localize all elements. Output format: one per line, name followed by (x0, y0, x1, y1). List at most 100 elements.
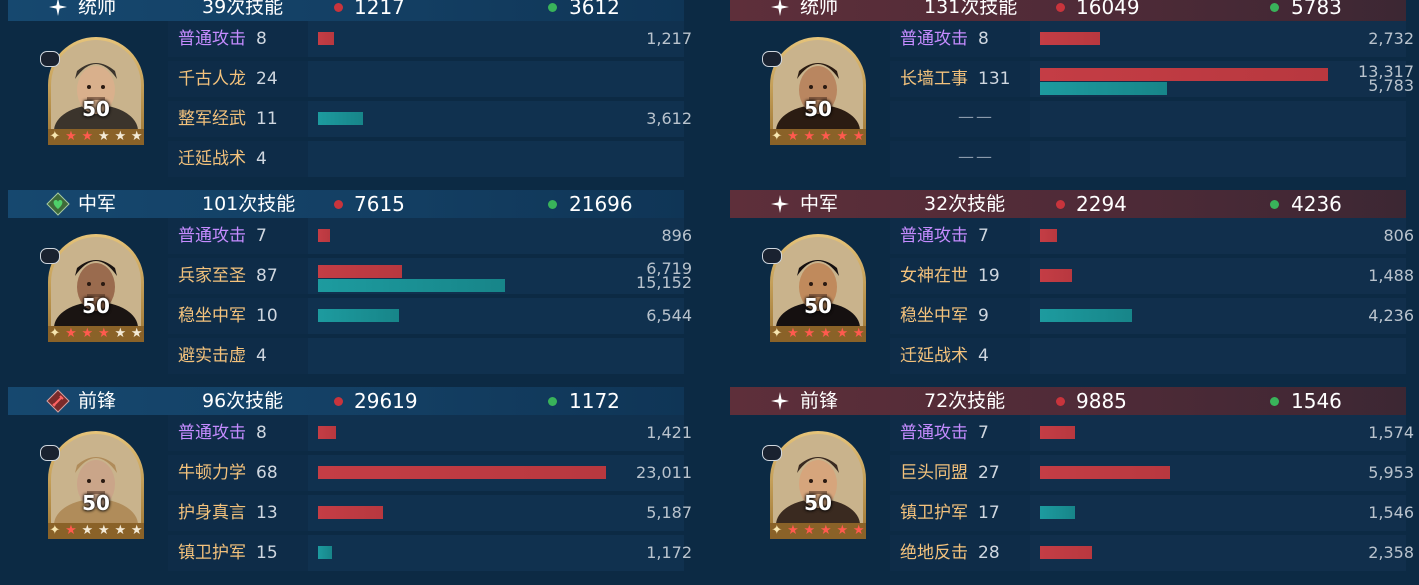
star-icon: ★ (787, 523, 799, 538)
role-title: 前锋 (78, 390, 117, 412)
star-rating: ✦ ★ ★ ★ ★ ★ (769, 129, 867, 145)
hero-portrait[interactable]: 50 ✦ ★ ★ ★ ★ ★ (40, 429, 149, 539)
star-icon: ★ (852, 326, 865, 341)
skill-row: 普通攻击 8 2,732 (890, 21, 1414, 57)
hero-portrait[interactable]: 50 ✦ ★ ★ ★ ★ ★ (40, 232, 149, 342)
heal-total: 5783 (1291, 0, 1342, 19)
skill-name-cell: —— (890, 101, 1030, 137)
hero-level: 50 (82, 97, 110, 121)
skill-name: 普通攻击 (900, 423, 968, 443)
skill-name-cell: 千古人龙 24 (168, 61, 308, 97)
skill-row: 普通攻击 7 896 (168, 218, 692, 254)
heal-bar (318, 112, 363, 125)
damage-bar (1040, 426, 1075, 439)
skill-row: 护身真言 13 5,187 (168, 495, 692, 531)
empty-skill-dash: —— (958, 107, 994, 126)
skill-name-cell: 稳坐中军 10 (168, 298, 308, 334)
damage-bar (318, 466, 606, 479)
rank-icon: ✦ (771, 326, 783, 341)
hero-portrait[interactable]: 50 ✦ ★ ★ ★ ★ ★ (762, 35, 871, 145)
skill-row: 普通攻击 7 806 (890, 218, 1414, 254)
skill-value: 1,217 (646, 29, 692, 48)
skill-count-total: 101次技能 (202, 193, 296, 215)
damage-bar (1040, 32, 1100, 45)
hero-portrait[interactable]: 50 ✦ ★ ★ ★ ★ ★ (762, 429, 871, 539)
mount-icon (762, 51, 782, 67)
unit-block: 中军 101次技能 7615 21696 50 ✦ ★ ★ ★ ★ ★ 普通攻击 7 896 兵家至圣 87… (8, 190, 692, 386)
skill-row: —— (890, 101, 1406, 137)
skill-use-count: 11 (256, 109, 278, 129)
skill-name: 长墙工事 (900, 69, 968, 89)
skill-row: 迁延战术 4 (890, 338, 1406, 374)
star-icon: ★ (114, 326, 127, 341)
hero-portrait[interactable]: 50 ✦ ★ ★ ★ ★ ★ (40, 35, 149, 145)
damage-bar (318, 32, 334, 45)
star-icon (768, 192, 792, 216)
heal-dot-icon (1270, 397, 1279, 406)
star-rating: ✦ ★ ★ ★ ★ ★ (47, 129, 145, 145)
damage-total: 16049 (1076, 0, 1140, 19)
skill-use-count: 10 (256, 306, 278, 326)
skill-row: 兵家至圣 87 6,719 15,152 (168, 258, 692, 294)
star-icon: ★ (114, 129, 127, 144)
skill-count-total: 96次技能 (202, 390, 284, 412)
skill-row: 避实击虚 4 (168, 338, 684, 374)
heal-total: 4236 (1291, 192, 1342, 216)
heal-total: 1546 (1291, 389, 1342, 413)
skill-row: 整军经武 11 3,612 (168, 101, 692, 137)
unit-header: 前锋 96次技能 29619 1172 (8, 387, 684, 415)
skill-value: 23,011 (636, 463, 692, 482)
empty-skill-dash: —— (958, 147, 994, 166)
skill-name: 巨头同盟 (900, 463, 968, 483)
heart-shield-icon (46, 192, 70, 216)
star-icon: ★ (130, 326, 143, 341)
star-icon: ★ (98, 129, 110, 144)
unit-header: 统帅 39次技能 1217 3612 (8, 0, 684, 21)
skill-name-cell: 普通攻击 8 (890, 21, 1030, 57)
damage-bar (318, 426, 336, 439)
skill-value: 2,732 (1368, 29, 1414, 48)
hero-portrait[interactable]: 50 ✦ ★ ★ ★ ★ ★ (762, 232, 871, 342)
hero-level: 50 (82, 294, 110, 318)
skill-name-cell: 迁延战术 4 (168, 141, 308, 177)
rank-icon: ✦ (771, 129, 783, 144)
skill-use-count: 8 (256, 29, 267, 49)
star-rating: ✦ ★ ★ ★ ★ ★ (47, 326, 145, 342)
role-title: 中军 (78, 193, 117, 215)
skill-name: 普通攻击 (178, 423, 246, 443)
star-icon: ★ (820, 129, 832, 144)
mount-icon (762, 445, 782, 461)
skill-value: 2,358 (1368, 543, 1414, 562)
star-icon: ★ (787, 326, 799, 341)
skill-value: 1,488 (1368, 266, 1414, 285)
skill-name-cell: 迁延战术 4 (890, 338, 1030, 374)
star-icon: ★ (65, 129, 77, 144)
heal-bar (1040, 309, 1132, 322)
role-title: 统帅 (800, 0, 839, 18)
skill-row: 迁延战术 4 (168, 141, 684, 177)
skill-row: 镇卫护军 17 1,546 (890, 495, 1414, 531)
skill-value: 1,172 (646, 543, 692, 562)
skill-name-cell: 普通攻击 8 (168, 21, 308, 57)
damage-total: 9885 (1076, 389, 1127, 413)
skill-name-cell: 兵家至圣 87 (168, 258, 308, 294)
heal-bar (318, 546, 332, 559)
damage-total: 1217 (354, 0, 405, 19)
skill-name-cell: 巨头同盟 27 (890, 455, 1030, 491)
skill-use-count: 24 (256, 69, 278, 89)
star-icon: ★ (836, 523, 849, 538)
skill-value: 4,236 (1368, 306, 1414, 325)
skill-name: 镇卫护军 (900, 503, 968, 523)
skill-use-count: 68 (256, 463, 278, 483)
unit-block: 前锋 72次技能 9885 1546 50 ✦ ★ ★ ★ ★ ★ 普通攻击 7 1,574 巨头同盟 27… (730, 387, 1414, 583)
skill-name: 避实击虚 (178, 346, 246, 366)
skill-name: 护身真言 (178, 503, 246, 523)
skill-use-count: 13 (256, 503, 278, 523)
unit-block: 前锋 96次技能 29619 1172 50 ✦ ★ ★ ★ ★ ★ 普通攻击 8 1,421 牛顿力学 6… (8, 387, 692, 583)
star-icon: ★ (820, 326, 832, 341)
damage-bar (1040, 229, 1057, 242)
star-icon: ★ (81, 129, 94, 144)
skill-row: 千古人龙 24 (168, 61, 684, 97)
skill-name: 稳坐中军 (900, 306, 968, 326)
skill-use-count: 8 (256, 423, 267, 443)
